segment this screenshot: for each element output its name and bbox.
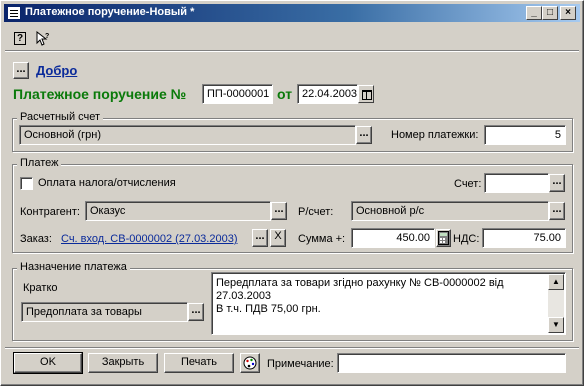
short-label: Кратко	[23, 282, 58, 294]
order-clear-button[interactable]: X	[270, 229, 286, 247]
palette-icon[interactable]	[240, 353, 260, 373]
tax-checkbox[interactable]	[20, 177, 33, 190]
sum-field[interactable]: 450.00	[351, 228, 435, 248]
account-group-title: Расчетный счет	[17, 111, 104, 123]
order-link[interactable]: Сч. вход. СВ-0000002 (27.03.2003)	[61, 233, 238, 245]
purpose-line-2: 27.03.2003	[216, 290, 272, 302]
rs-label: Р/счет:	[298, 206, 334, 218]
short-purpose-field[interactable]: Предоплата за товары	[21, 302, 188, 322]
ok-button[interactable]: OK	[13, 352, 83, 374]
svg-text:?: ?	[45, 33, 49, 40]
order-label: Заказ:	[20, 233, 52, 245]
purpose-group-title: Назначение платежа	[17, 261, 130, 273]
doc-title-label: Платежное поручение №	[13, 86, 187, 102]
footer-separator	[5, 347, 579, 349]
date-field[interactable]: 22.04.2003	[297, 84, 358, 104]
scroll-down-icon[interactable]: ▼	[548, 317, 564, 333]
purpose-text-area[interactable]: Передплата за товари згідно рахунку № СВ…	[211, 272, 566, 335]
title-bar[interactable]: Платежное поручение-Новый * _ □ ×	[4, 4, 580, 22]
bank-account-select-button[interactable]: ...	[356, 126, 372, 144]
vat-field[interactable]: 75.00	[482, 228, 566, 248]
document-icon	[7, 6, 21, 20]
calendar-icon[interactable]	[358, 85, 374, 103]
help-icon[interactable]: ?	[14, 32, 26, 45]
window-title: Платежное поручение-Новый *	[25, 6, 195, 18]
vat-label: НДС:	[453, 233, 480, 245]
purpose-line-3: В т.ч. ПДВ 75,00 грн.	[216, 303, 321, 315]
payment-no-field[interactable]: 5	[484, 125, 566, 145]
counterparty-label: Контрагент:	[20, 206, 80, 218]
calculator-icon[interactable]	[436, 229, 451, 247]
close-button[interactable]: ×	[560, 6, 576, 20]
purpose-line-1: Передплата за товари згідно рахунку № СВ…	[216, 277, 504, 289]
tax-checkbox-label: Оплата налога/отчисления	[38, 177, 176, 189]
order-select-button[interactable]: ...	[252, 229, 268, 247]
bank-account-field[interactable]: Основной (грн)	[19, 125, 356, 145]
print-button[interactable]: Печать	[164, 353, 234, 373]
rs-select-button[interactable]: ...	[549, 202, 565, 220]
short-purpose-select-button[interactable]: ...	[188, 303, 204, 321]
payment-group-title: Платеж	[17, 157, 62, 169]
date-label: от	[277, 86, 293, 102]
gl-account-field[interactable]	[484, 173, 549, 193]
payment-no-label: Номер платежки:	[391, 129, 479, 141]
note-field[interactable]	[337, 353, 566, 373]
company-link[interactable]: Добро	[36, 63, 77, 78]
minimize-button[interactable]: _	[526, 6, 542, 20]
whats-this-icon[interactable]: ?	[35, 30, 51, 47]
close-form-button[interactable]: Закрыть	[88, 353, 158, 373]
payment-order-window: Платежное поручение-Новый * _ □ × ? ? ..…	[0, 0, 584, 386]
doc-number-field[interactable]: ПП-0000001	[202, 84, 273, 104]
counterparty-field[interactable]: Оказус	[85, 201, 271, 221]
scroll-up-icon[interactable]: ▲	[548, 274, 564, 290]
maximize-button[interactable]: □	[542, 6, 558, 20]
purpose-scrollbar[interactable]: ▲ ▼	[548, 274, 564, 333]
gl-account-label: Счет:	[454, 178, 482, 190]
counterparty-select-button[interactable]: ...	[271, 202, 287, 220]
note-label: Примечание:	[267, 358, 334, 370]
sum-label: Сумма +:	[298, 233, 346, 245]
toolbar-separator	[5, 50, 579, 52]
gl-account-select-button[interactable]: ...	[549, 174, 565, 192]
select-company-button[interactable]: ...	[13, 62, 29, 79]
rs-field[interactable]: Основной р/с	[351, 201, 549, 221]
